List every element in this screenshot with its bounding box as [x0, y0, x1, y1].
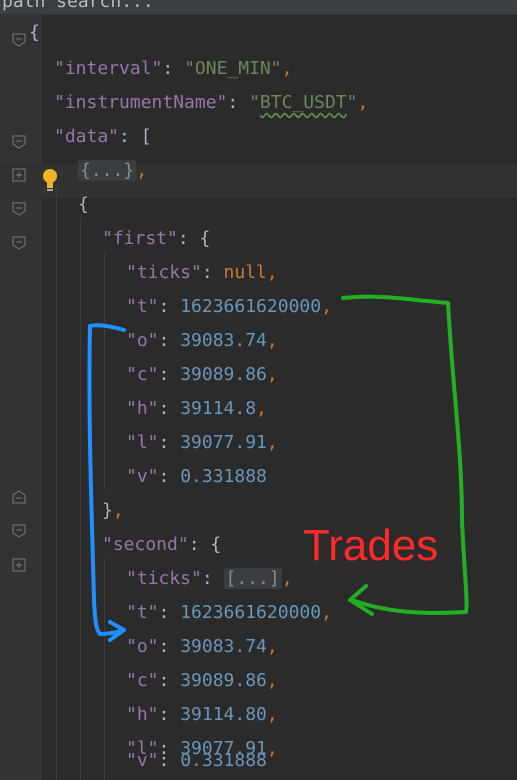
- collapsed-object[interactable]: {...}: [78, 160, 137, 181]
- expand-icon[interactable]: [11, 557, 27, 573]
- expand-icon[interactable]: [11, 167, 27, 183]
- code-line-second: "second": {: [102, 534, 222, 555]
- code-line-second-o: "o": 39083.74,: [126, 636, 278, 657]
- code-line-close-first: },: [102, 500, 124, 521]
- code-line-instrument: "instrumentName": "BTC_USDT",: [54, 92, 369, 113]
- lightbulb-icon[interactable]: [41, 167, 59, 193]
- indent-guide: [104, 252, 105, 490]
- code-line-first-h: "h": 39114.8,: [126, 398, 267, 419]
- code-line-second-ticks: "ticks": [...],: [126, 568, 293, 589]
- json-key: "first": [102, 228, 178, 249]
- trades-annotation-label: Trades: [303, 521, 439, 570]
- json-key: "data": [54, 126, 120, 147]
- collapsed-array[interactable]: [...]: [223, 568, 282, 589]
- indent-guide: [80, 218, 81, 780]
- json-key: "interval": [54, 58, 163, 79]
- fold-icon[interactable]: [11, 32, 27, 48]
- fold-icon[interactable]: [11, 201, 27, 217]
- code-line-first-l: "l": 39077.91,: [126, 432, 278, 453]
- json-key: "instrumentName": [54, 92, 228, 113]
- code-line-second-t: "t": 1623661620000,: [126, 602, 332, 623]
- code-line-interval: "interval": "ONE_MIN",: [54, 58, 293, 79]
- code-line-first-t: "t": 1623661620000,: [126, 296, 332, 317]
- code-line-first-o: "o": 39083.74,: [126, 330, 278, 351]
- code-line-data: "data": [: [54, 126, 152, 147]
- fold-icon[interactable]: [11, 134, 27, 150]
- path-search-bar[interactable]: path search...: [0, 0, 517, 15]
- code-line-first: "first": {: [102, 228, 211, 249]
- code-line-second-h: "h": 39114.80,: [126, 704, 278, 725]
- indent-guide: [104, 558, 105, 780]
- json-string-value: BTC_USDT: [259, 92, 347, 113]
- json-editor[interactable]: { "interval": "ONE_MIN", "instrumentName…: [0, 14, 517, 780]
- code-line-second-v: "v": 0.331888: [126, 750, 267, 771]
- code-line-second-c: "c": 39089.86,: [126, 670, 278, 691]
- code-line-open-brace: {: [29, 22, 40, 43]
- code-line-collapsed-item: {...},: [78, 160, 148, 181]
- json-string-value: "ONE_MIN": [184, 58, 282, 79]
- code-line-brace: {: [78, 194, 89, 215]
- indent-guide: [56, 184, 57, 780]
- json-key: "second": [102, 534, 189, 555]
- code-line-first-c: "c": 39089.86,: [126, 364, 278, 385]
- code-line-first-ticks: "ticks": null,: [126, 262, 278, 283]
- fold-icon[interactable]: [11, 235, 27, 251]
- unfold-end-icon[interactable]: [11, 489, 27, 505]
- code-line-first-v: "v": 0.331888: [126, 466, 267, 487]
- path-search-input[interactable]: path search...: [2, 0, 154, 12]
- fold-icon[interactable]: [11, 523, 27, 539]
